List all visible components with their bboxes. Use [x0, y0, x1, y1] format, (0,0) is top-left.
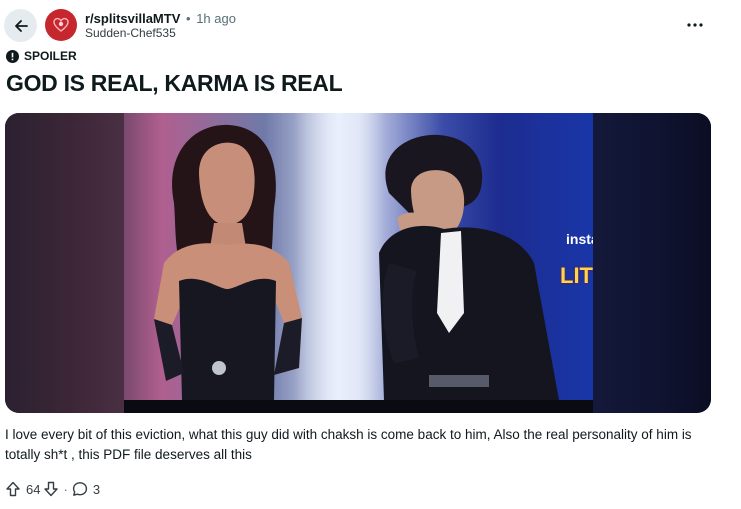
author-name[interactable]: Sudden-Chef535 [85, 26, 236, 41]
spoiler-label: SPOILER [24, 49, 77, 63]
show-logo-title: LITS [560, 263, 593, 288]
man-figure [379, 134, 559, 400]
more-options-button[interactable] [684, 14, 706, 36]
post-time: 1h ago [196, 11, 236, 26]
post-media[interactable]: insta LITS [5, 113, 711, 413]
subreddit-avatar[interactable] [45, 9, 77, 41]
post-body: I love every bit of this eviction, what … [5, 427, 692, 462]
vote-score: 64 [26, 481, 41, 497]
woman-figure [154, 124, 302, 400]
heart-logo-icon [53, 17, 69, 32]
post-title: GOD IS REAL, KARMA IS REAL [6, 70, 343, 96]
video-frame: insta LITS [124, 113, 593, 400]
arrow-left-icon [14, 19, 28, 32]
media-blur-right [593, 113, 711, 413]
more-horizontal-icon [687, 23, 703, 27]
spoiler-tag: SPOILER [6, 49, 77, 63]
post-page: r/splitsvillaMTV • 1h ago Sudden-Chef535… [0, 0, 741, 509]
subreddit-name[interactable]: r/splitsvillaMTV [85, 11, 180, 26]
post-actions: 64 · 3 [5, 481, 103, 497]
alert-icon [6, 49, 19, 63]
back-button[interactable] [4, 9, 37, 42]
post-meta: r/splitsvillaMTV • 1h ago Sudden-Chef535 [85, 11, 236, 41]
media-blur-left [5, 113, 124, 413]
actions-separator: · [63, 481, 68, 497]
comment-count[interactable]: 3 [93, 482, 100, 497]
downvote-arrow-icon[interactable] [43, 481, 59, 497]
comment-bubble-icon[interactable] [72, 481, 88, 497]
show-logo-text: insta [566, 231, 593, 247]
upvote-arrow-icon[interactable] [5, 481, 21, 497]
video-letterbox [124, 400, 593, 413]
meta-separator: • [186, 11, 191, 26]
